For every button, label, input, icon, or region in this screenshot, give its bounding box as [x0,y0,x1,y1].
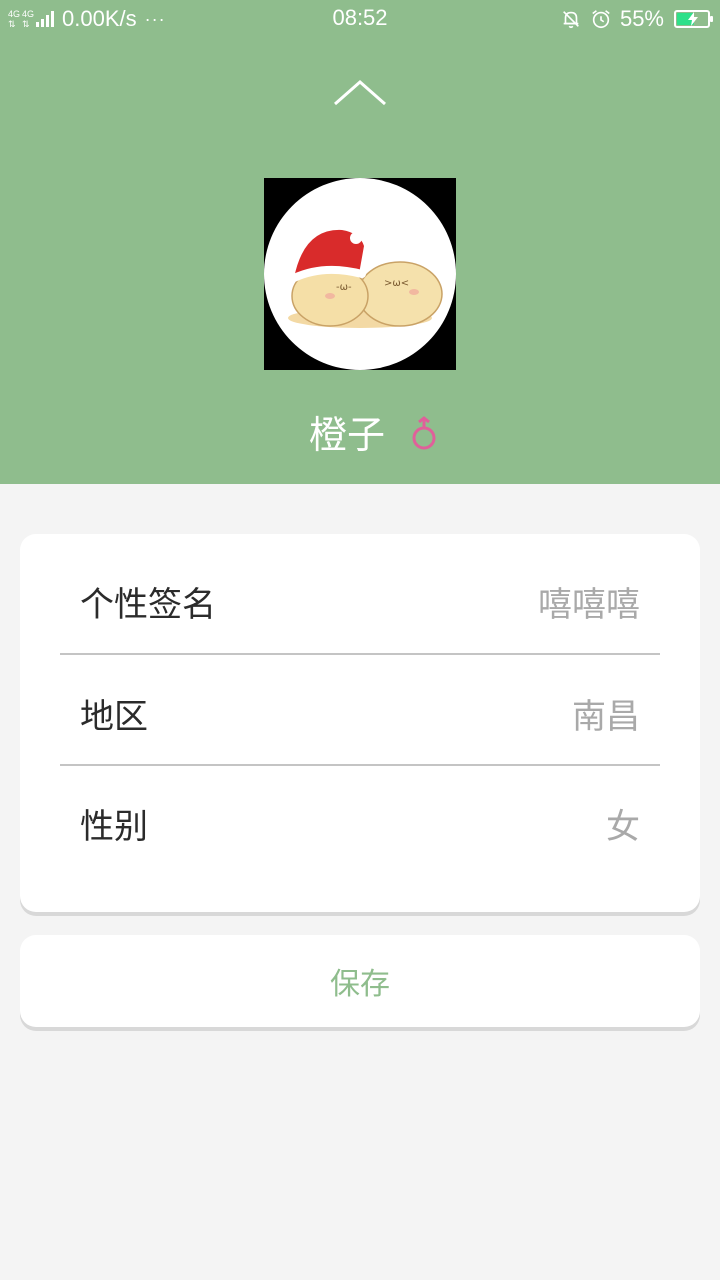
gender-row[interactable]: 性别 女 [60,768,660,878]
avatar-image: -ω- >ω< [264,178,456,370]
gender-label: 性别 [80,806,148,847]
alarm-icon [592,10,610,29]
chevron-up-icon[interactable] [330,76,390,112]
region-value: 南昌 [572,696,640,737]
profile-info-card: 个性签名 嘻嘻嘻 地区 南昌 性别 女 [20,534,700,912]
avatar[interactable]: -ω- >ω< [264,178,456,370]
username: 橙子 [308,413,385,457]
mute-bell-icon [563,11,579,29]
signature-row[interactable]: 个性签名 嘻嘻嘻 [60,546,660,656]
save-button[interactable]: 保存 [20,935,700,1027]
region-label: 地区 [80,696,148,737]
svg-text:>ω<: >ω< [384,278,409,289]
charging-bolt-icon [688,12,698,26]
signature-value: 嘻嘻嘻 [538,584,640,625]
name-row: 橙子 [0,404,720,459]
gender-value: 女 [606,806,640,847]
profile-header: 4G ⇅ 4G ⇅ 0.00K/s ··· 08:52 55% -ω- >ω< … [0,0,720,484]
region-row[interactable]: 地区 南昌 [60,658,660,768]
status-bar: 4G ⇅ 4G ⇅ 0.00K/s ··· 08:52 55% [0,0,720,38]
battery-percent: 55% [619,6,664,31]
svg-text:-ω-: -ω- [336,282,352,293]
status-right: 55% [560,5,713,33]
signature-label: 个性签名 [80,584,216,625]
female-icon [412,415,436,449]
divider [60,653,660,655]
battery-icon [674,10,713,28]
divider [60,764,660,766]
